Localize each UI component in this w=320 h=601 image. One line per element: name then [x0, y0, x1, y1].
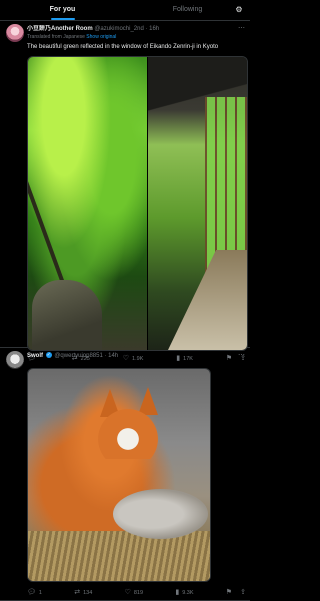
timeline-tabs: For you Following ⚙	[0, 0, 250, 21]
view-count: 9.3K	[182, 590, 194, 596]
repost-button[interactable]: ⇄ 134	[74, 588, 92, 598]
reply-button[interactable]: 💬︎ 1	[27, 588, 42, 598]
grass	[28, 531, 210, 581]
author-name[interactable]: 小豆餅乃Another Room	[27, 26, 93, 32]
post-header: Swolf ✓ @qwertyuiop8851 · 14h	[27, 352, 236, 360]
post-card[interactable]: Swolf ✓ @qwertyuiop8851 · 14h ⋯ 💬︎ 1 ⇄ 134…	[0, 348, 250, 601]
bookmark-icon[interactable]: ⚑	[226, 588, 232, 598]
tab-for-you[interactable]: For you	[0, 0, 125, 20]
rock	[32, 280, 102, 350]
garden-photo[interactable]	[28, 57, 147, 350]
rabbit	[113, 489, 208, 539]
post-actions: 💬︎ 1 ⇄ 134 ♡ 819 ▮ 9.3K ⚑ ⇪	[27, 588, 246, 598]
avatar[interactable]	[6, 351, 24, 369]
like-count: 819	[133, 590, 144, 596]
show-original-link[interactable]: Show original	[86, 34, 116, 40]
avatar[interactable]	[6, 24, 24, 42]
translated-label: Translated from Japanese	[27, 34, 85, 40]
author-name[interactable]: Swolf	[27, 353, 43, 359]
post-card[interactable]: 小豆餅乃Another Room @azukimochi_2nd · 16h ⋯…	[0, 21, 250, 362]
heart-icon: ♡	[124, 589, 131, 596]
views-chart-icon: ▮	[175, 589, 180, 596]
tab-following[interactable]: Following	[125, 0, 250, 20]
settings-gear-icon[interactable]: ⚙	[234, 5, 244, 15]
fox-face	[98, 409, 158, 459]
post-media[interactable]	[27, 368, 211, 582]
more-options-icon[interactable]: ⋯	[238, 24, 245, 32]
views-button[interactable]: ▮ 9.3K	[175, 588, 193, 598]
verified-badge-icon: ✓	[45, 352, 52, 359]
handle-and-time[interactable]: @azukimochi_2nd · 16h	[94, 26, 159, 32]
share-icon[interactable]: ⇪	[240, 588, 246, 598]
translation-notice: Translated from Japanese Show original	[27, 34, 116, 41]
handle-and-time[interactable]: @qwertyuiop8851 · 14h	[54, 353, 118, 359]
reply-icon: 💬︎	[27, 589, 36, 596]
reply-count: 1	[38, 590, 42, 596]
temple-photo[interactable]	[148, 57, 247, 350]
post-text: The beautiful green reflected in the win…	[27, 44, 219, 50]
post-header: 小豆餅乃Another Room @azukimochi_2nd · 16h	[27, 25, 236, 33]
more-options-icon[interactable]: ⋯	[238, 351, 245, 359]
like-button[interactable]: ♡ 819	[125, 588, 143, 598]
repost-icon: ⇄	[74, 589, 81, 596]
post-media[interactable]	[27, 56, 248, 351]
repost-count: 134	[83, 590, 93, 596]
